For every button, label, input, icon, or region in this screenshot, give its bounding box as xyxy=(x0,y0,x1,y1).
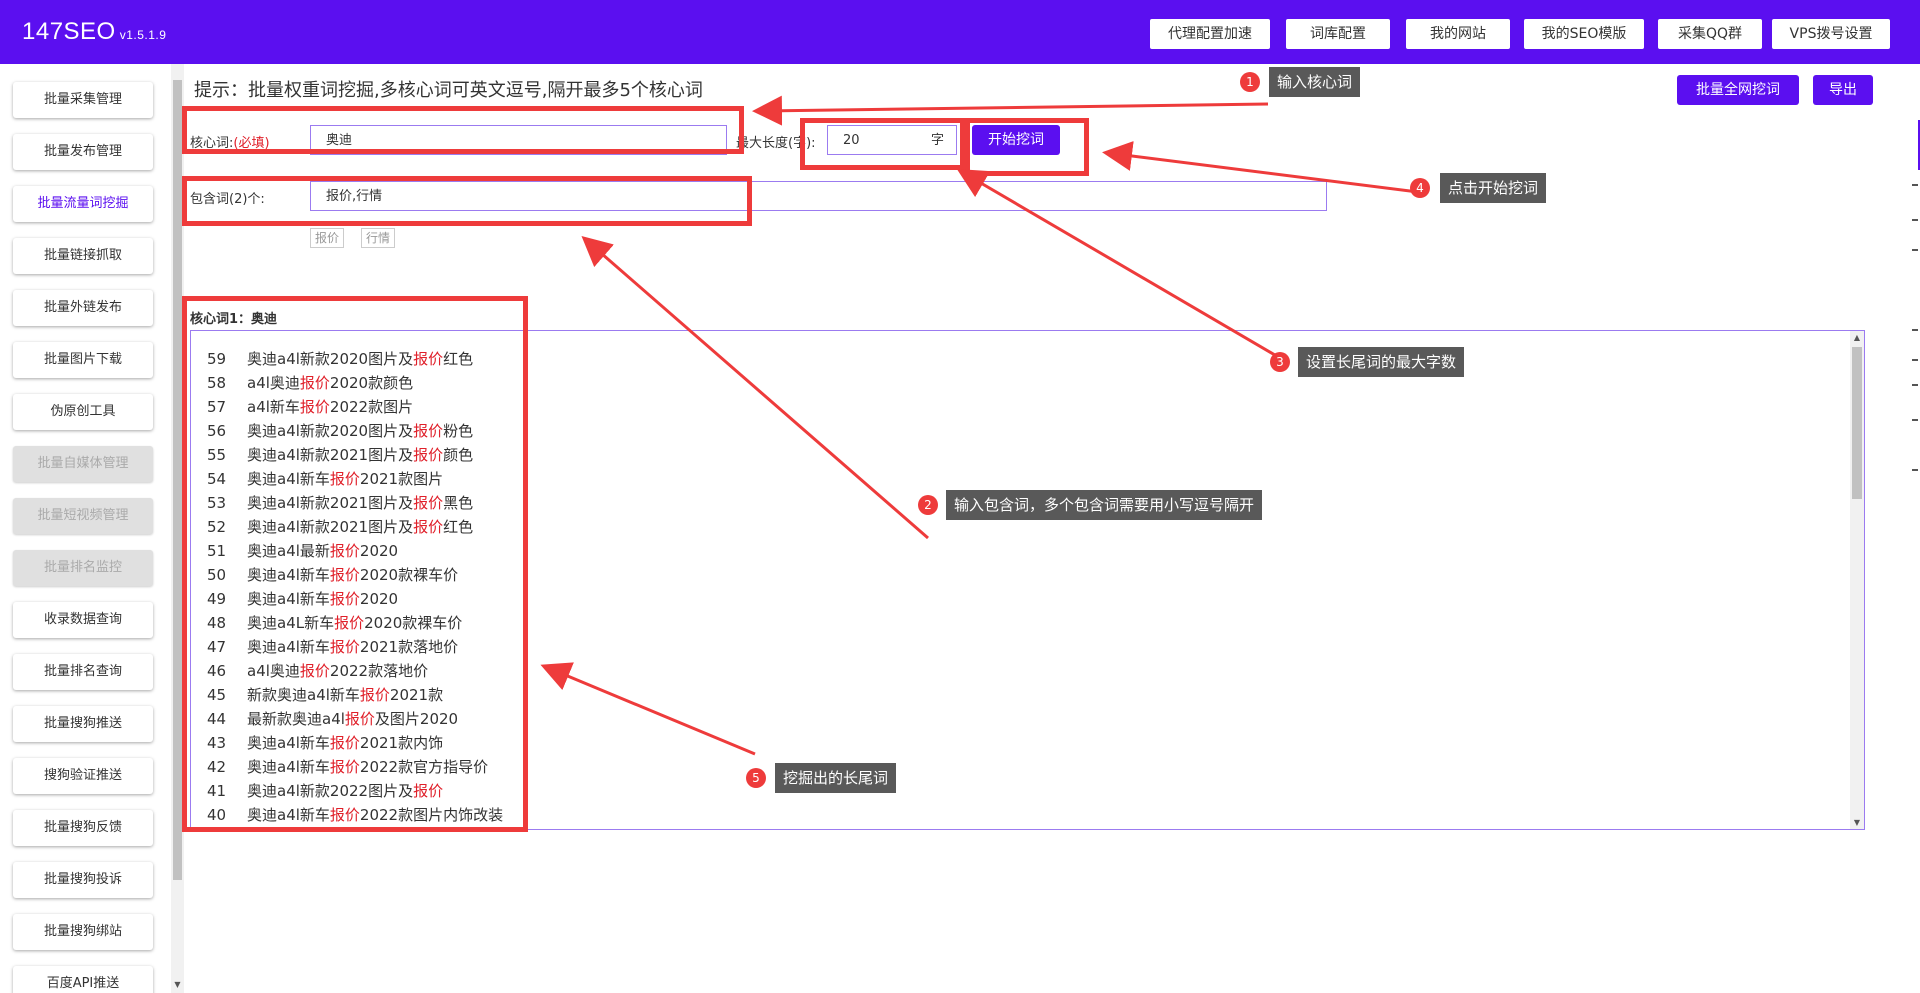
callout-max-length: 设置长尾词的最大字数 xyxy=(1298,347,1465,377)
callout-badge-3: 3 xyxy=(1270,352,1290,372)
callout-results: 挖掘出的长尾词 xyxy=(775,763,897,793)
arrow-to-start-button xyxy=(1102,141,1419,194)
callout-core-keyword: 输入核心词 xyxy=(1269,67,1361,97)
callout-badge-2: 2 xyxy=(918,495,938,515)
arrow-to-max-length xyxy=(956,168,1281,360)
callout-badge-5: 5 xyxy=(746,768,766,788)
arrow-to-results xyxy=(540,662,756,756)
callout-badge-1: 1 xyxy=(1240,72,1260,92)
callout-include-words: 输入包含词，多个包含词需要用小写逗号隔开 xyxy=(946,490,1263,520)
arrow-to-core-keyword xyxy=(752,95,1269,126)
arrow-to-include-words xyxy=(581,236,929,540)
callout-badge-4: 4 xyxy=(1410,178,1430,198)
callout-start-button: 点击开始挖词 xyxy=(1440,173,1547,203)
